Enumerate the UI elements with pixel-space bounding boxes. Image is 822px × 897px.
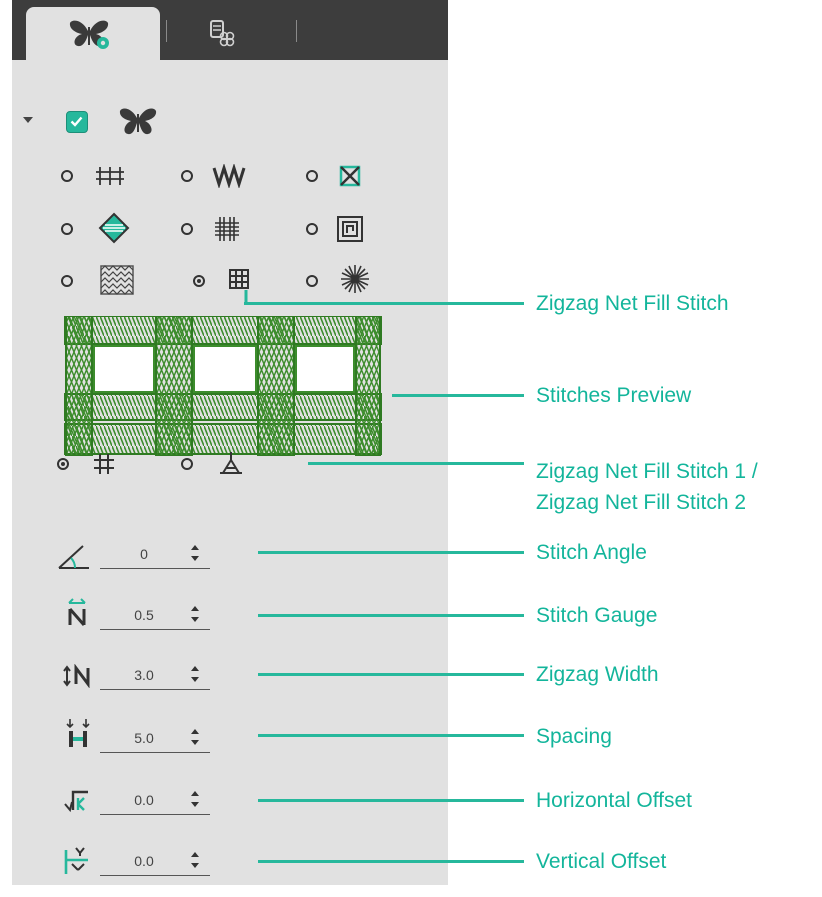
spinner-arrows-icon[interactable]	[190, 544, 200, 562]
leader-line	[258, 799, 524, 802]
horizontal-offset-value[interactable]: 0.0	[114, 792, 174, 808]
callout-preview: Stitches Preview	[536, 384, 692, 407]
vertical-offset-value[interactable]: 0.0	[114, 853, 174, 869]
vertical-offset-icon	[64, 847, 88, 874]
leader-line	[258, 551, 524, 554]
fill-type-radio[interactable]	[61, 170, 73, 182]
tab-bar	[12, 0, 448, 60]
checkmark-icon	[70, 116, 83, 127]
butterfly-icon	[119, 108, 157, 135]
net-variant-radio-selected[interactable]	[57, 458, 69, 470]
callout-v-offset: Vertical Offset	[536, 850, 667, 873]
tab-separator	[296, 20, 297, 42]
fill-type-radio-selected[interactable]	[193, 275, 205, 287]
stitch-gauge-underline	[100, 629, 210, 630]
fill-type-radio[interactable]	[61, 223, 73, 235]
stitches-preview	[64, 316, 382, 456]
pattern-texture-fill-icon	[100, 265, 134, 295]
vertical-offset-underline	[100, 875, 210, 876]
spacing-icon	[66, 719, 90, 747]
properties-panel: 0 0.5 3.0 5.0 0.0 0.0	[12, 0, 448, 885]
butterfly-gear-icon	[69, 20, 109, 49]
callout-gauge: Stitch Gauge	[536, 604, 658, 627]
zigzag-width-icon	[63, 664, 90, 688]
spinner-arrows-icon[interactable]	[190, 790, 200, 808]
fill-type-radio[interactable]	[306, 223, 318, 235]
collapse-arrow-icon[interactable]	[22, 116, 34, 124]
leader-line	[258, 734, 524, 737]
spinner-arrows-icon[interactable]	[190, 728, 200, 746]
zigzag-fill-icon	[212, 164, 246, 188]
stitch-gauge-icon	[68, 598, 86, 626]
tab-separator	[166, 20, 167, 42]
fill-type-radio[interactable]	[181, 223, 193, 235]
horizontal-offset-underline	[100, 814, 210, 815]
triangle-net-icon	[220, 452, 242, 474]
concentric-square-fill-icon	[337, 216, 363, 242]
zigzag-width-underline	[100, 689, 210, 690]
fill-type-radio[interactable]	[306, 170, 318, 182]
leader-line	[258, 860, 524, 863]
zigzag-net-fill-icon	[229, 269, 249, 289]
net-variant-radio[interactable]	[181, 458, 193, 470]
spacing-value[interactable]: 5.0	[114, 730, 174, 746]
tab-object-properties[interactable]	[26, 7, 160, 60]
running-stitch-fill-icon	[96, 167, 124, 185]
thread-spools-icon	[210, 20, 235, 47]
callout-variant-line2: Zigzag Net Fill Stitch 2	[536, 491, 747, 514]
fill-type-radio[interactable]	[181, 170, 193, 182]
net-grid-fill-icon	[215, 217, 239, 241]
spinner-arrows-icon[interactable]	[190, 851, 200, 869]
spinner-arrows-icon[interactable]	[190, 665, 200, 683]
cross-box-fill-icon	[339, 165, 361, 187]
leader-line	[244, 302, 524, 305]
enable-checkbox[interactable]	[66, 111, 88, 133]
zigzag-width-value[interactable]: 3.0	[114, 667, 174, 683]
tab-threads[interactable]	[192, 8, 262, 56]
spinner-arrows-icon[interactable]	[190, 605, 200, 623]
stitch-angle-underline	[100, 568, 210, 569]
stitch-gauge-value[interactable]: 0.5	[114, 607, 174, 623]
callout-h-offset: Horizontal Offset	[536, 789, 693, 812]
callout-angle: Stitch Angle	[536, 541, 647, 564]
stitch-angle-icon	[58, 545, 89, 569]
callout-variant-line1: Zigzag Net Fill Stitch 1 /	[536, 460, 758, 483]
hash-net-icon	[94, 454, 114, 474]
fill-type-radio[interactable]	[61, 275, 73, 287]
spacing-underline	[100, 752, 210, 753]
leader-line	[258, 614, 524, 617]
diamond-fill-icon	[98, 212, 130, 244]
callout-net-fill: Zigzag Net Fill Stitch	[536, 292, 729, 315]
horizontal-offset-icon	[64, 790, 88, 813]
radial-fill-icon	[341, 265, 369, 293]
fill-type-radio[interactable]	[306, 275, 318, 287]
callout-spacing: Spacing	[536, 725, 612, 748]
stitch-angle-value[interactable]: 0	[114, 546, 174, 562]
leader-line	[258, 673, 524, 676]
callout-width: Zigzag Width	[536, 663, 659, 686]
leader-line	[392, 394, 524, 397]
leader-line	[308, 462, 524, 465]
